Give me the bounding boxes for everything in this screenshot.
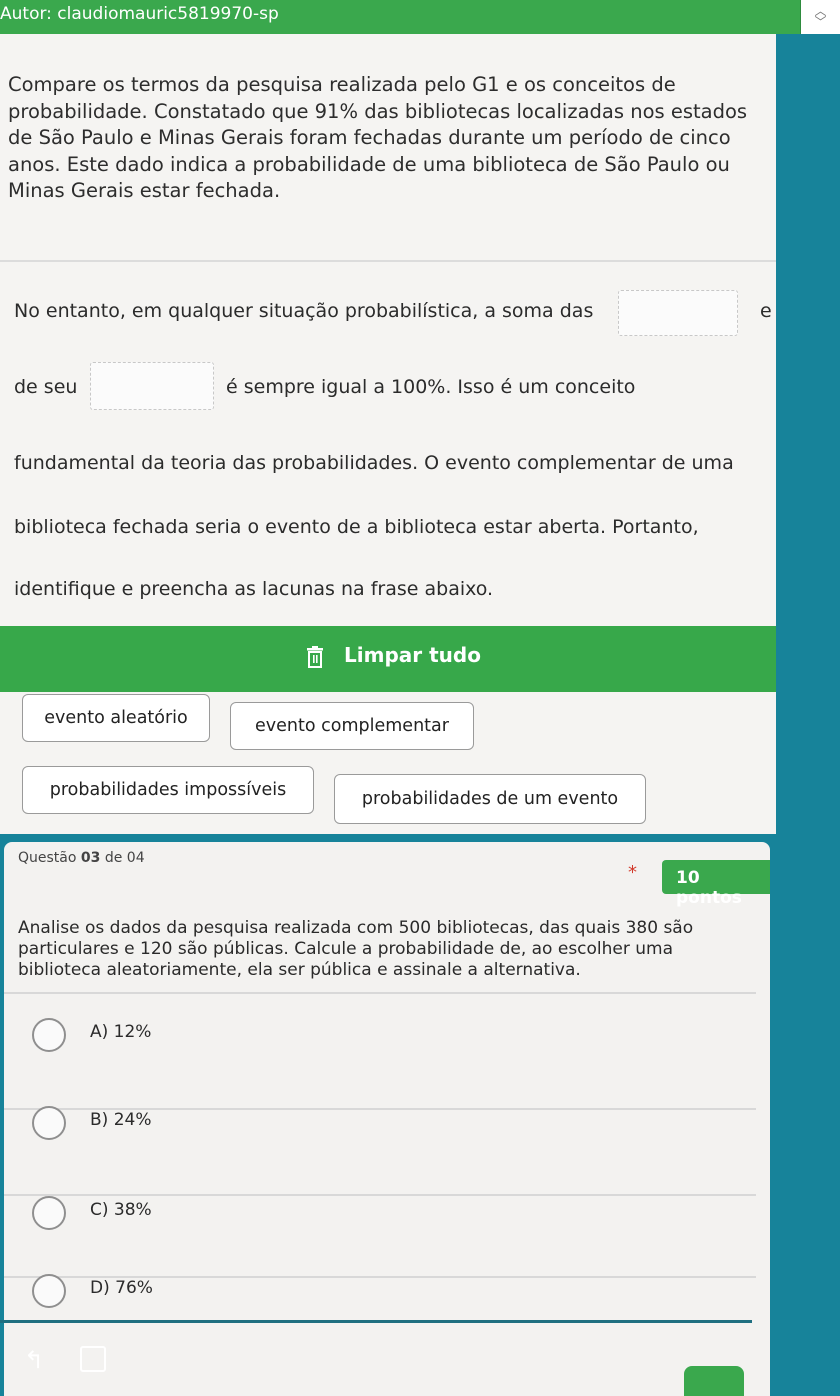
top-bar: Autor: claudiomauric5819970-sp ︿ ﹀	[0, 0, 840, 34]
fill-line-5: identifique e preencha as lacunas na fra…	[14, 578, 494, 600]
option-label: B) 24%	[90, 1110, 152, 1130]
chip-evento-complementar[interactable]: evento complementar	[230, 702, 474, 750]
question-card-multiple-choice: Questão 03 de 04 * 10 pontos Analise os …	[4, 842, 770, 1396]
question-card-fill-in: Compare os termos da pesquisa realizada …	[0, 34, 776, 834]
chip-probabilidades-de-um-evento[interactable]: probabilidades de um evento	[334, 774, 646, 824]
fill-line-3: fundamental da teoria das probabilidades…	[14, 452, 734, 474]
radio-button[interactable]	[32, 1196, 66, 1230]
author-label: Autor: claudiomauric5819970-sp	[0, 4, 279, 24]
bottom-divider	[0, 1320, 752, 1323]
question-text: Analise os dados da pesquisa realizada c…	[18, 918, 694, 980]
option-label: A) 12%	[90, 1022, 152, 1042]
fill-line-4: biblioteca fechada seria o evento de a b…	[14, 516, 699, 538]
chevron-up-down-icon[interactable]: ︿ ﹀	[800, 0, 840, 34]
fill-line-2: é sempre igual a 100%. Isso é um conceit…	[226, 376, 636, 398]
divider	[4, 992, 756, 994]
clear-all-label: Limpar tudo	[344, 643, 481, 667]
points-badge: 10 pontos	[662, 860, 770, 908]
fill-line-1-tail: e	[760, 300, 772, 322]
back-arrow-icon[interactable]: ↰	[24, 1346, 44, 1374]
fill-line-1: No entanto, em qualquer situação probabi…	[14, 300, 594, 322]
fill-line-2-head: de seu	[14, 376, 78, 398]
option-label: D) 76%	[90, 1278, 153, 1298]
edit-icon[interactable]	[80, 1346, 106, 1372]
radio-button[interactable]	[32, 1018, 66, 1052]
clear-all-button[interactable]: Limpar tudo	[0, 626, 776, 692]
divider	[0, 260, 776, 262]
option-label: C) 38%	[90, 1200, 152, 1220]
blank-slot-2[interactable]	[90, 362, 214, 410]
question-counter: Questão 03 de 04	[18, 850, 145, 866]
required-mark: *	[628, 862, 637, 883]
trash-icon	[307, 646, 323, 668]
chip-probabilidades-impossiveis[interactable]: probabilidades impossíveis	[22, 766, 314, 814]
context-paragraph: Compare os termos da pesquisa realizada …	[8, 73, 748, 202]
radio-button[interactable]	[32, 1274, 66, 1308]
blank-slot-1[interactable]	[618, 290, 738, 336]
radio-button[interactable]	[32, 1106, 66, 1140]
chip-evento-aleatorio[interactable]: evento aleatório	[22, 694, 210, 742]
divider	[4, 1194, 756, 1196]
next-button[interactable]	[684, 1366, 744, 1396]
